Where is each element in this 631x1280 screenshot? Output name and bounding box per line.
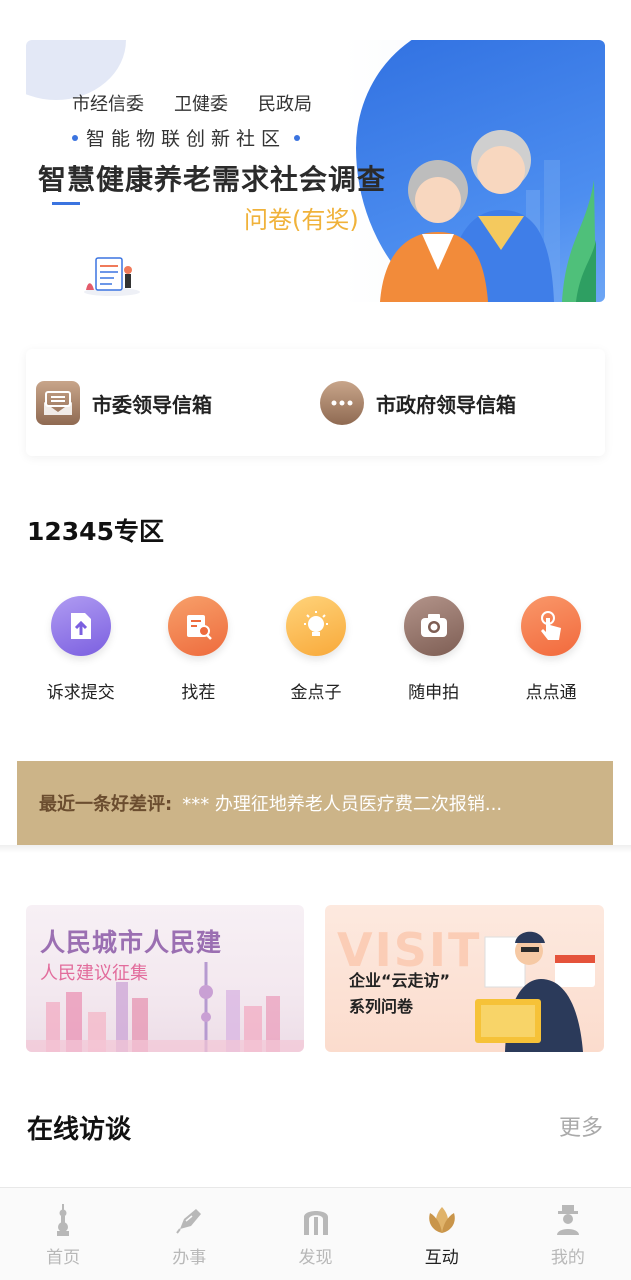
banner-subtitle-text: 智能物联创新社区 — [86, 128, 287, 150]
tab-label: 首页 — [46, 1248, 81, 1268]
questionnaire-illustration-icon — [84, 257, 140, 296]
divider — [0, 845, 631, 853]
city-committee-mailbox-button[interactable]: 市委领导信箱 — [36, 381, 212, 425]
review-text: *** 办理征地养老人员医疗费二次报销... — [182, 794, 503, 815]
service-click-connect[interactable]: 点点通 — [492, 596, 610, 703]
banner-title-tag: 问卷(有奖) — [244, 206, 359, 234]
service-label: 找茬 — [181, 683, 216, 703]
tab-home[interactable]: 首页 — [0, 1188, 126, 1280]
service-label: 金点子 — [290, 683, 342, 703]
tab-interact[interactable]: 互动 — [379, 1188, 505, 1280]
more-link[interactable]: 更多 — [559, 1110, 603, 1142]
promo-title: 企业“云走访” — [349, 971, 451, 990]
businessman-illustration — [475, 931, 595, 1052]
banner-org: 市经信委 — [72, 94, 144, 115]
tab-label: 办事 — [172, 1248, 207, 1268]
tab-services[interactable]: 办事 — [126, 1188, 252, 1280]
banner-org: 卫健委 — [174, 94, 228, 115]
service-golden-idea[interactable]: 金点子 — [257, 596, 375, 703]
dot-icon — [72, 134, 78, 141]
chat-bubble-icon — [320, 381, 364, 425]
arch-icon — [300, 1204, 332, 1236]
mailbox-label: 市政府领导信箱 — [376, 392, 516, 417]
tap-finger-icon — [521, 596, 582, 656]
latest-review-banner[interactable]: 最近一条好差评: *** 办理征地养老人员医疗费二次报销... — [17, 761, 613, 845]
lightbulb-icon — [285, 596, 346, 656]
tower-icon — [47, 1204, 79, 1236]
section-12345-title: 12345专区 — [27, 517, 164, 546]
banner-accent-line — [52, 202, 80, 205]
tab-discover[interactable]: 发现 — [252, 1188, 378, 1280]
service-snap-report[interactable]: 随申拍 — [375, 596, 493, 703]
leader-mailbox-card: 市委领导信箱 市政府领导信箱 — [26, 349, 605, 456]
bottom-tab-bar: 首页 办事 发现 互动 我的 — [0, 1187, 631, 1280]
envelope-icon — [36, 381, 80, 425]
service-label: 点点通 — [525, 683, 577, 703]
promo-subtitle: 人民建议征集 — [40, 963, 148, 984]
service-grid: 诉求提交 找茬 金点子 随申拍 点点通 — [22, 596, 610, 703]
mailbox-label: 市委领导信箱 — [92, 392, 212, 417]
camera-icon — [403, 596, 464, 656]
upload-document-icon — [50, 596, 111, 656]
tab-label: 我的 — [550, 1248, 585, 1268]
person-icon — [552, 1204, 584, 1236]
people-suggestion-card[interactable]: 人民城市人民建 人民建议征集 — [26, 905, 304, 1052]
magnolia-icon — [426, 1204, 458, 1236]
tab-label: 发现 — [298, 1248, 333, 1268]
banner-title: 智慧健康养老需求社会调查 — [38, 163, 387, 196]
search-document-icon — [168, 596, 229, 656]
survey-banner[interactable]: 市经信委 卫健委 民政局 智能物联创新社区 智慧健康养老需求社会调查 问卷(有奖… — [26, 40, 605, 302]
promo-subtitle: 系列问卷 — [349, 997, 414, 1016]
online-interview-title: 在线访谈 — [27, 1115, 132, 1145]
pen-icon — [173, 1204, 205, 1236]
service-label: 随申拍 — [408, 683, 460, 703]
promo-title: 人民城市人民建 — [40, 928, 223, 957]
city-government-mailbox-button[interactable]: 市政府领导信箱 — [320, 381, 516, 425]
banner-org: 民政局 — [258, 94, 312, 115]
enterprise-visit-survey-card[interactable]: VISIT 企业“云走访” 系列问卷 — [325, 905, 604, 1052]
service-appeal-submit[interactable]: 诉求提交 — [22, 596, 140, 703]
service-label: 诉求提交 — [46, 683, 115, 703]
banner-subtitle: 智能物联创新社区 — [72, 124, 301, 151]
dot-icon — [294, 134, 301, 141]
elderly-couple-illustration — [380, 130, 596, 302]
banner-orgs: 市经信委 卫健委 民政局 — [72, 90, 312, 116]
tab-label: 互动 — [424, 1248, 459, 1268]
tab-mine[interactable]: 我的 — [505, 1188, 631, 1280]
review-label: 最近一条好差评: — [39, 794, 173, 815]
service-find-fault[interactable]: 找茬 — [140, 596, 258, 703]
